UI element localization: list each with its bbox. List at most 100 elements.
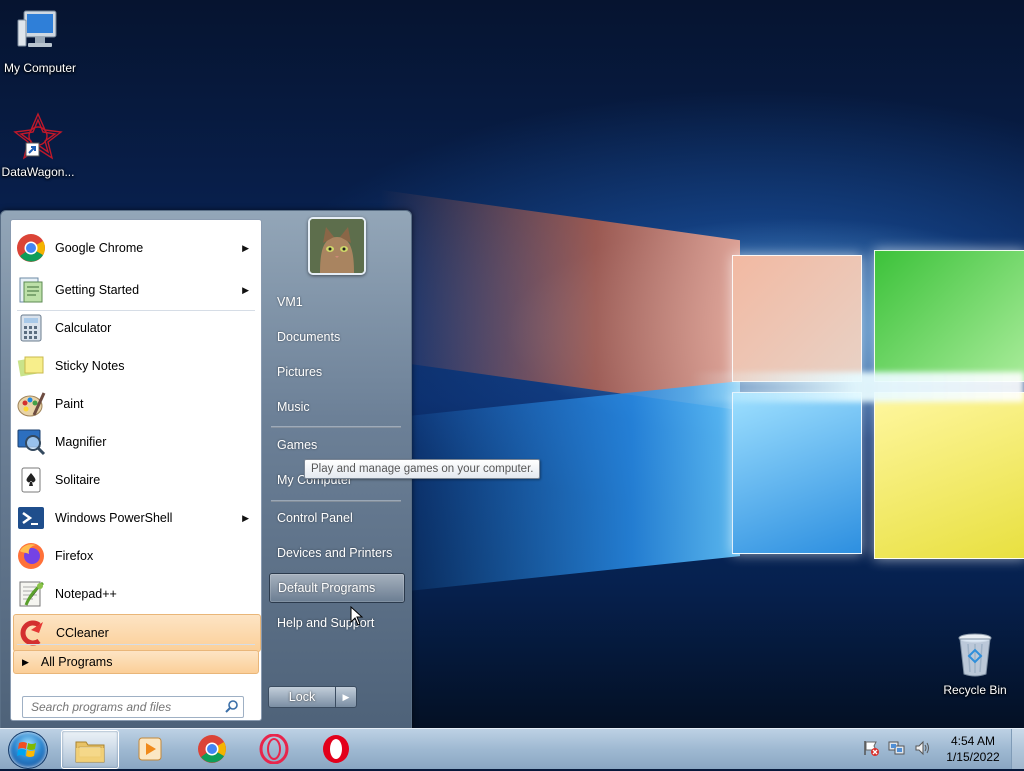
- link-label: Devices and Printers: [277, 546, 393, 560]
- taskbar-chrome[interactable]: [184, 730, 240, 767]
- datawagon-icon: [13, 112, 63, 160]
- program-notepad-plus-plus[interactable]: Notepad++: [13, 576, 259, 612]
- expand-arrow-icon: ▶: [22, 656, 29, 667]
- separator: [271, 500, 401, 502]
- separator: [17, 644, 255, 645]
- wallpaper-pane: [874, 250, 1024, 382]
- taskbar-clock[interactable]: 4:54 AM 1/15/2022: [936, 733, 1010, 765]
- program-label: Google Chrome: [55, 241, 144, 255]
- all-programs-button[interactable]: ▶ All Programs: [13, 650, 259, 674]
- wallpaper-beam-orange: [380, 189, 740, 411]
- link-label: Control Panel: [277, 511, 353, 525]
- program-getting-started[interactable]: Getting Started ▶: [13, 272, 259, 308]
- taskbar-opera[interactable]: [308, 730, 364, 767]
- start-link-help-and-support[interactable]: Help and Support: [269, 608, 405, 638]
- network-icon[interactable]: [888, 739, 906, 760]
- wallpaper-pane: [732, 392, 862, 554]
- start-link-control-panel[interactable]: Control Panel: [269, 503, 405, 533]
- start-button[interactable]: [8, 731, 48, 769]
- computer-icon: [17, 10, 57, 47]
- start-link-vm1[interactable]: VM1: [269, 287, 405, 317]
- recycle-bin-icon: [958, 633, 992, 677]
- start-link-default-programs[interactable]: Default Programs: [269, 573, 405, 603]
- separator: [271, 426, 401, 428]
- show-desktop-button[interactable]: [1011, 729, 1024, 769]
- program-firefox[interactable]: Firefox: [13, 538, 259, 574]
- chevron-right-icon: ▶: [342, 691, 350, 702]
- taskbar-file-explorer[interactable]: [61, 730, 119, 769]
- power-options-arrow-button[interactable]: ▶: [335, 686, 357, 708]
- program-ccleaner[interactable]: CCleaner: [13, 614, 261, 652]
- program-label: Magnifier: [55, 435, 107, 449]
- all-programs-label: All Programs: [40, 655, 113, 669]
- program-magnifier[interactable]: Magnifier: [13, 424, 259, 460]
- calculator-icon: [15, 312, 47, 344]
- link-label: Pictures: [277, 365, 323, 379]
- clock-time: 4:54 AM: [950, 734, 996, 748]
- search-input[interactable]: [29, 699, 223, 715]
- notepadpp-icon: [15, 578, 47, 610]
- tooltip-text: Play and manage games on your computer.: [311, 463, 534, 475]
- program-sticky-notes[interactable]: Sticky Notes: [13, 348, 259, 384]
- solitaire-icon: [15, 464, 47, 496]
- start-link-pictures[interactable]: Pictures: [269, 357, 405, 387]
- desktop-icon-datawagon[interactable]: DataWagon...: [0, 112, 78, 179]
- opera-gx-icon: [259, 733, 289, 764]
- taskbar-media-player[interactable]: [122, 730, 178, 767]
- search-icon[interactable]: [225, 699, 239, 716]
- program-label: Solitaire: [55, 473, 101, 487]
- link-label: VM1: [277, 295, 303, 309]
- start-link-music[interactable]: Music: [269, 392, 405, 422]
- taskbar: 4:54 AM 1/15/2022: [0, 728, 1024, 769]
- program-google-chrome[interactable]: Google Chrome ▶: [13, 230, 259, 266]
- wallpaper-pane: [732, 255, 862, 382]
- program-windows-powershell[interactable]: Windows PowerShell ▶: [13, 500, 259, 536]
- system-tray: [862, 729, 932, 769]
- desktop-icon-label: My Computer: [3, 61, 77, 75]
- action-center-flag-icon[interactable]: [862, 739, 880, 760]
- firefox-icon: [15, 540, 47, 572]
- media-player-icon: [138, 737, 162, 760]
- program-label: Calculator: [55, 321, 112, 335]
- cat-avatar-icon: [310, 219, 364, 273]
- windows-logo-icon: [17, 742, 36, 757]
- chrome-icon: [198, 734, 226, 763]
- desktop-icon-label: Recycle Bin: [943, 683, 1007, 697]
- wallpaper-glow: [690, 372, 1024, 402]
- start-link-documents[interactable]: Documents: [269, 322, 405, 352]
- link-label: Default Programs: [278, 581, 376, 595]
- submenu-arrow-icon[interactable]: ▶: [242, 513, 249, 524]
- link-label: Music: [277, 400, 310, 414]
- link-label: Games: [277, 438, 318, 452]
- program-label: Windows PowerShell: [55, 511, 173, 525]
- magnifier-icon: [15, 426, 47, 458]
- desktop-icon-recycle-bin[interactable]: Recycle Bin: [935, 632, 1015, 697]
- volume-icon[interactable]: [914, 739, 932, 760]
- program-label: Getting Started: [55, 283, 140, 297]
- start-link-devices-and-printers[interactable]: Devices and Printers: [269, 538, 405, 568]
- desktop-icon-my-computer[interactable]: My Computer: [0, 8, 80, 75]
- search-box[interactable]: [22, 696, 244, 718]
- submenu-arrow-icon[interactable]: ▶: [242, 243, 249, 254]
- submenu-arrow-icon[interactable]: ▶: [242, 285, 249, 296]
- program-label: Sticky Notes: [55, 359, 125, 373]
- link-label: Documents: [277, 330, 341, 344]
- lock-label: Lock: [288, 690, 316, 704]
- powershell-icon: [15, 502, 47, 534]
- start-link-games[interactable]: Games: [269, 430, 405, 460]
- getting-started-icon: [15, 274, 47, 306]
- user-avatar[interactable]: [308, 217, 366, 275]
- wallpaper-beam-blue: [380, 381, 740, 594]
- chrome-icon: [15, 232, 47, 264]
- clock-date: 1/15/2022: [946, 750, 1000, 764]
- program-calculator[interactable]: Calculator: [13, 310, 259, 346]
- program-paint[interactable]: Paint: [13, 386, 259, 422]
- taskbar-opera-gx[interactable]: [246, 730, 302, 767]
- program-solitaire[interactable]: Solitaire: [13, 462, 259, 498]
- mouse-cursor-icon: [350, 606, 364, 626]
- lock-button[interactable]: Lock: [268, 686, 336, 708]
- program-label: CCleaner: [56, 626, 109, 640]
- start-menu-programs-pane: Google Chrome ▶ Getting Started ▶ Calcul…: [10, 219, 262, 721]
- program-label: Firefox: [55, 549, 94, 563]
- program-label: Notepad++: [55, 587, 117, 601]
